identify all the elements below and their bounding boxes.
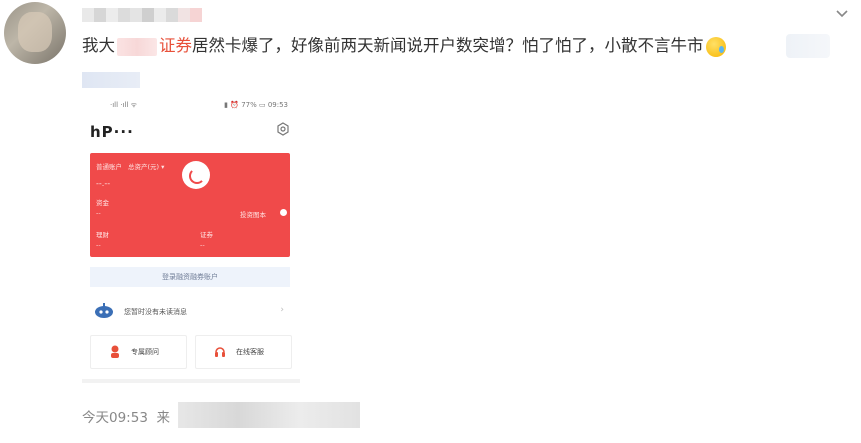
margin-login-bar: 登录融资融券账户 [90,267,290,287]
chevron-right-icon: › [280,305,284,315]
account-card: 普通账户 总资产(元) ▾ --.-- 资金 -- 投资图本 理财 -- 证券 … [90,153,290,257]
total-assets-label: 总资产(元) ▾ [128,163,165,171]
finance-value: -- [96,241,101,249]
signal-indicators: ·ıll ·ıll ᯤ [110,101,137,109]
post-meta: 今天09:53 来 [82,406,170,426]
funds-label: 资金 [96,199,109,207]
phone-status-bar: ·ıll ·ıll ᯤ ▮ ⏰ 77% ▭ 09:53 [82,101,300,113]
securities-label: 证券 [200,231,213,239]
username-mosaic[interactable] [82,8,202,24]
robot-icon [95,303,113,318]
advisor-button: 专属顾问 [90,335,187,369]
securities-value: -- [200,241,205,249]
user-avatar[interactable] [4,2,66,64]
account-type: 普通账户 [96,163,122,171]
message-label: 您暂时没有未读消息 [124,308,187,316]
post-text-start: 我大 [82,36,115,55]
app-title: hP··· [90,123,134,141]
redacted-source [178,402,360,428]
redacted-broker-name [117,37,157,56]
divider [82,379,300,383]
loading-spinner-icon [182,161,210,189]
post-text: 我大 证券居然卡爆了，好像前两天新闻说开户数突增？怕了怕了，小散不言牛市 [82,34,782,58]
service-button: 在线客服 [195,335,292,369]
avatar-face [18,12,52,52]
post-image[interactable]: ·ıll ·ıll ᯤ ▮ ⏰ 77% ▭ 09:53 hP··· 普通账户 总… [82,95,300,385]
post-time[interactable]: 今天09:53 [82,410,148,426]
message-row: 您暂时没有未读消息 › [90,301,290,323]
headset-icon [215,347,225,357]
blurred-text-line [82,72,140,88]
settings-icon [277,122,289,136]
post-text-rest: 居然卡爆了，好像前两天新闻说开户数突增？怕了怕了，小散不言牛市 [192,36,704,55]
crying-face-icon [705,36,726,57]
total-assets-value: --.-- [96,179,111,188]
blurred-emoji-area [786,34,830,58]
service-label: 在线客服 [236,348,264,356]
post-source-prefix: 来 [156,410,171,426]
info-icon [280,209,287,216]
funds-value: -- [96,209,101,217]
battery-time: ▮ ⏰ 77% ▭ 09:53 [224,101,288,109]
show-details-link: 投资图本 [240,211,266,219]
advisor-icon [111,345,119,358]
chevron-down-icon[interactable] [835,6,849,20]
finance-label: 理财 [96,231,109,239]
post-text-highlight: 证券 [159,36,192,55]
phone-button-row: 专属顾问 在线客服 [90,335,292,369]
advisor-label: 专属顾问 [131,348,159,356]
